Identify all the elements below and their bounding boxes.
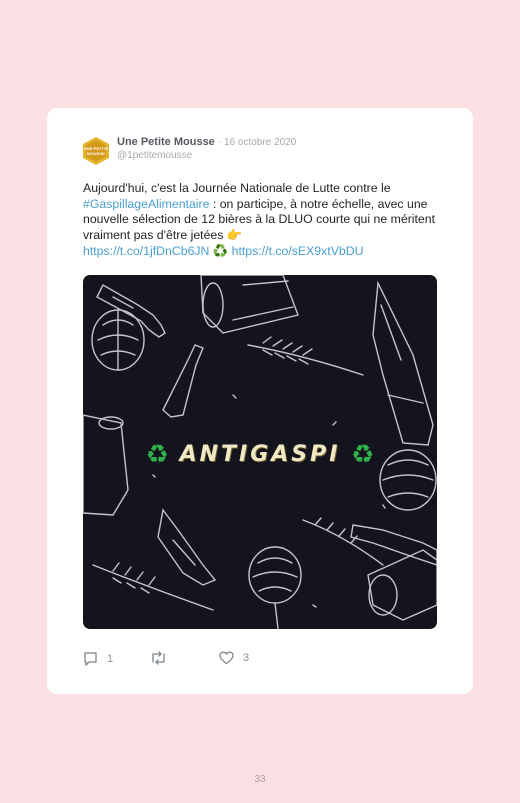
author-meta: Une Petite Mousse · 16 octobre 2020 @1pe… bbox=[117, 136, 296, 162]
retweet-icon bbox=[152, 651, 165, 665]
tweet-media-image[interactable]: ♻ ANTIGASPI ♻ bbox=[83, 275, 437, 629]
reply-count: 1 bbox=[107, 652, 114, 665]
like-count: 3 bbox=[243, 652, 250, 664]
tweet-card: UNE PETITE MOUSSE Une Petite Mousse · 16… bbox=[47, 108, 473, 694]
reply-icon bbox=[84, 652, 97, 666]
tweet-header: UNE PETITE MOUSSE Une Petite Mousse · 16… bbox=[83, 136, 296, 168]
like-button[interactable]: 3 bbox=[219, 651, 249, 665]
avatar[interactable]: UNE PETITE MOUSSE bbox=[83, 137, 109, 165]
retweet-button[interactable] bbox=[150, 651, 176, 665]
tweet-link-1[interactable]: https://t.co/1jfDnCb6JN bbox=[83, 244, 209, 258]
tweet-date[interactable]: 16 octobre 2020 bbox=[224, 137, 296, 148]
avatar-logo-text: UNE PETITE MOUSSE bbox=[83, 146, 109, 156]
author-name[interactable]: Une Petite Mousse bbox=[117, 136, 215, 148]
tweet-link-2[interactable]: https://t.co/sEX9xtVbDU bbox=[232, 244, 364, 258]
reply-button[interactable]: 1 bbox=[83, 651, 113, 666]
tweet-text: Aujourd'hui, c'est la Journée Nationale … bbox=[83, 181, 443, 260]
page-number: 33 bbox=[254, 774, 266, 785]
heart-icon bbox=[219, 651, 234, 665]
hashtag-link[interactable]: #GaspillageAlimentaire bbox=[83, 197, 209, 211]
recycle-right-icon: ♻ bbox=[351, 440, 375, 470]
antigaspi-text: ANTIGASPI bbox=[179, 442, 341, 467]
recycle-emoji: ♻️ bbox=[212, 243, 229, 258]
antigaspi-banner: ♻ ANTIGASPI ♻ bbox=[83, 440, 437, 470]
tweet-text-intro: Aujourd'hui, c'est la Journée Nationale … bbox=[83, 181, 391, 195]
recycle-left-icon: ♻ bbox=[145, 440, 169, 470]
author-handle[interactable]: @1petitemousse bbox=[117, 149, 296, 162]
pointing-hand-emoji: 👉 bbox=[226, 228, 243, 243]
